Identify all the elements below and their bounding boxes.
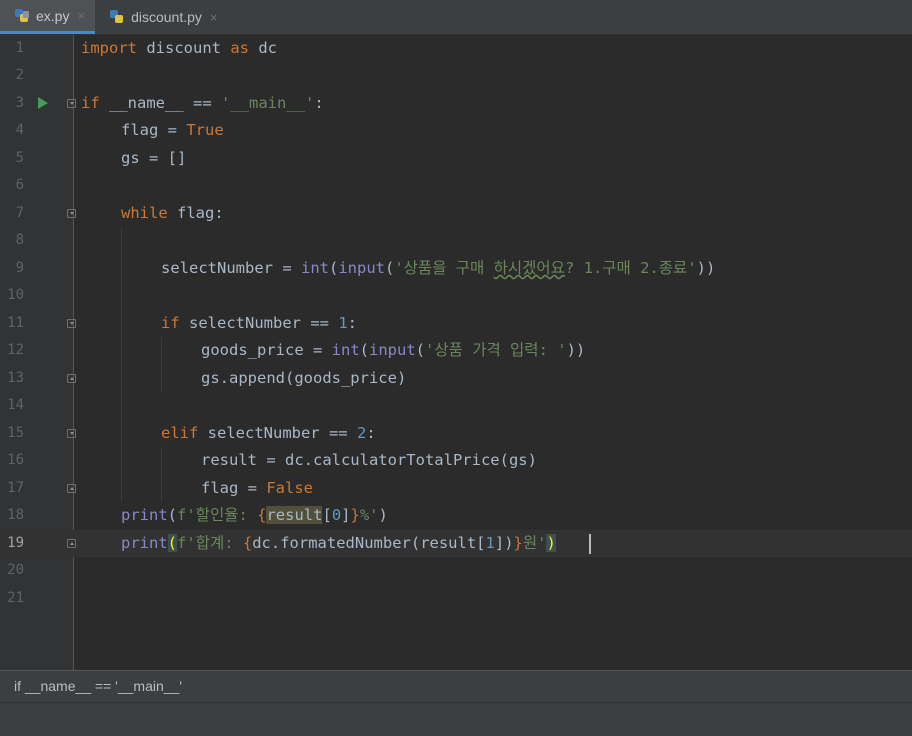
tab-discount-py[interactable]: discount.py × [95,0,227,34]
line-number: 2 [15,67,24,83]
line-number: 19 [7,535,24,551]
line-number: 12 [7,342,24,358]
line-number: 6 [15,177,24,193]
code-line: 16 result = dc.calculatorTotalPrice(gs) [0,447,912,474]
code-line: 4 flag = True [0,117,912,144]
code-editor[interactable]: 1 import discount as dc 2 3 if __name__ … [0,35,912,670]
line-number: 1 [15,40,24,56]
code-line: 15 elif selectNumber == 2: [0,420,912,447]
fold-end-icon[interactable] [67,374,76,383]
line-number: 18 [7,507,24,523]
code-line: 8 [0,227,912,254]
fold-icon[interactable] [67,429,76,438]
fold-icon[interactable] [67,319,76,328]
code-text: if __name__ == '__main__': [81,94,324,112]
line-number: 3 [15,95,24,111]
code-line: 1 import discount as dc [0,35,912,62]
code-line: 21 [0,585,912,612]
code-line: 7 while flag: [0,200,912,227]
code-text: selectNumber = int(input('상품을 구매 하시겠어요? … [161,259,716,277]
code-line: 10 [0,282,912,309]
close-tab-icon[interactable]: × [210,10,218,25]
code-line: 5 gs = [] [0,145,912,172]
editor-tab-bar: ex.py × discount.py × [0,0,912,35]
run-icon[interactable] [38,97,48,109]
line-number: 14 [7,397,24,413]
tab-label: discount.py [131,9,202,25]
fold-end-icon[interactable] [67,539,76,548]
code-line: 17 flag = False [0,475,912,502]
python-file-icon [109,9,125,25]
breadcrumb-item[interactable]: if __name__ == '__main__' [14,678,182,694]
code-line-current: 19 print(f'합계: {dc.formatedNumber(result… [0,530,912,557]
line-number: 11 [7,315,24,331]
code-text: goods_price = int(input('상품 가격 입력: ')) [201,341,586,359]
code-text: import discount as dc [81,39,277,57]
code-line: 2 [0,62,912,89]
code-line: 20 [0,557,912,584]
line-number: 20 [7,562,24,578]
code-line: 9 selectNumber = int(input('상품을 구매 하시겠어요… [0,255,912,282]
code-line: 18 print(f'할인율: {result[0]}%') [0,502,912,529]
code-line: 13 gs.append(goods_price) [0,365,912,392]
python-file-icon [14,8,30,24]
code-text: gs.append(goods_price) [201,369,407,387]
code-text: if selectNumber == 1: [161,314,357,332]
line-number: 13 [7,370,24,386]
code-text: flag = True [121,121,224,139]
tab-ex-py[interactable]: ex.py × [0,0,96,34]
status-bar [0,702,912,736]
code-text: print(f'합계: {dc.formatedNumber(result[1]… [121,534,556,552]
fold-icon[interactable] [67,209,76,218]
line-number: 8 [15,232,24,248]
text-caret [589,534,591,554]
code-text: flag = False [201,479,313,497]
code-line: 3 if __name__ == '__main__': [0,90,912,117]
close-tab-icon[interactable]: × [77,8,85,23]
code-line: 6 [0,172,912,199]
line-number: 9 [15,260,24,276]
line-number: 10 [7,287,24,303]
fold-end-icon[interactable] [67,484,76,493]
line-number: 21 [7,590,24,606]
line-number: 4 [15,122,24,138]
line-number: 15 [7,425,24,441]
code-text: while flag: [121,204,224,222]
code-text: elif selectNumber == 2: [161,424,376,442]
fold-icon[interactable] [67,99,76,108]
code-line: 11 if selectNumber == 1: [0,310,912,337]
code-text: result = dc.calculatorTotalPrice(gs) [201,451,537,469]
line-number: 16 [7,452,24,468]
code-text: print(f'할인율: {result[0]}%') [121,506,388,524]
tab-label: ex.py [36,7,70,24]
line-number: 17 [7,480,24,496]
code-text: gs = [] [121,149,187,167]
line-number: 5 [15,150,24,166]
code-line: 12 goods_price = int(input('상품 가격 입력: ')… [0,337,912,364]
breadcrumb[interactable]: if __name__ == '__main__' [0,670,912,702]
code-line: 14 [0,392,912,419]
line-number: 7 [15,205,24,221]
